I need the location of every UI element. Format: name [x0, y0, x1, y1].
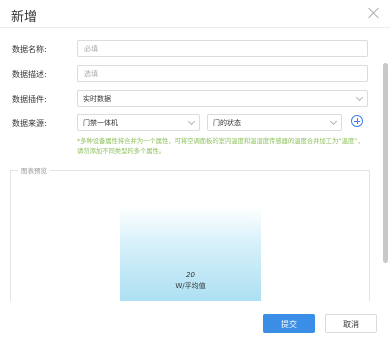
dialog-footer: 提交 取消 — [0, 301, 390, 340]
desc-input[interactable]: 选填 — [77, 65, 368, 82]
attribute-select[interactable]: 门的状态 — [207, 114, 342, 131]
submit-button[interactable]: 提交 — [263, 314, 315, 333]
dialog-header: 新增 — [0, 0, 390, 28]
chart-bar-unit: W/平均值 — [175, 282, 206, 290]
chevron-down-icon — [355, 93, 364, 102]
attribute-value: 门的状态 — [213, 119, 241, 127]
plugin-row: 数据插件: 实时数据 — [0, 89, 390, 109]
desc-label: 数据描述: — [12, 70, 47, 79]
source-row: 数据来源: 门禁一体机 门的状态 — [0, 113, 390, 133]
source-hint: *多种设备属性将合并为一个属性，可将空调面板的室内温度和温湿度传感器的温度合并加… — [77, 138, 364, 155]
desc-placeholder: 选填 — [84, 70, 98, 78]
name-label: 数据名称: — [12, 45, 47, 54]
chart-bar-value: 20 — [186, 271, 195, 279]
name-row: 数据名称: 必填 — [0, 39, 390, 59]
plugin-label: 数据插件: — [12, 95, 47, 104]
add-source-icon[interactable] — [351, 115, 363, 127]
dialog-title: 新增 — [11, 10, 38, 25]
chart-preview-legend: 图表预览 — [18, 165, 50, 175]
plugin-select[interactable]: 实时数据 — [77, 90, 368, 107]
close-icon[interactable] — [368, 7, 380, 19]
device-value: 门禁一体机 — [83, 119, 118, 127]
dialog-body: 数据名称: 必填 数据描述: 选填 数据插件: 实时数据 数据来源: 门禁一体机… — [0, 29, 390, 301]
name-placeholder: 必填 — [84, 45, 98, 53]
cancel-button[interactable]: 取消 — [325, 314, 377, 333]
chevron-down-icon — [187, 117, 196, 126]
source-label: 数据来源: — [12, 119, 47, 128]
device-select[interactable]: 门禁一体机 — [77, 114, 200, 131]
scrollbar[interactable] — [383, 63, 388, 263]
name-input[interactable]: 必填 — [77, 40, 368, 57]
chevron-down-icon — [329, 117, 338, 126]
desc-row: 数据描述: 选填 — [0, 64, 390, 84]
plugin-value: 实时数据 — [83, 95, 111, 103]
